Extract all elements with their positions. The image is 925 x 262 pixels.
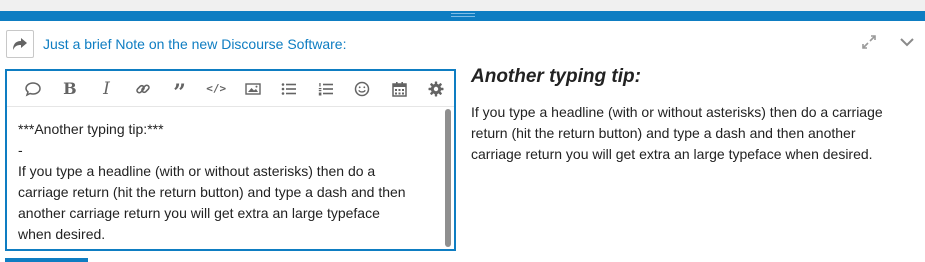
- expand-diagonal-icon: [862, 35, 876, 49]
- editor-line: If you type a headline (with or without …: [18, 163, 376, 179]
- chevron-down-icon: [900, 38, 914, 47]
- image-icon: [245, 82, 261, 95]
- editor-scrollbar[interactable]: [445, 109, 451, 247]
- link-icon: [136, 83, 150, 94]
- numbered-list-icon: [318, 82, 333, 95]
- editor-line: when desired.: [18, 226, 106, 242]
- bulleted-list-button[interactable]: [271, 75, 308, 103]
- markdown-editor: B I ” </> ***Another typing tip:*** - If…: [5, 69, 456, 251]
- link-button[interactable]: [125, 75, 162, 103]
- composer-resize-bar[interactable]: [0, 11, 925, 21]
- gear-icon: [428, 81, 444, 96]
- calendar-icon: [391, 81, 407, 97]
- editor-line: ***Another typing tip:***: [18, 121, 164, 137]
- preview-heading: Another typing tip:: [471, 66, 641, 87]
- editor-line: -: [18, 142, 23, 158]
- editor-textarea[interactable]: ***Another typing tip:*** - If you type …: [7, 107, 444, 249]
- blockquote-icon[interactable]: ”: [161, 75, 198, 104]
- preview-line: return (hit the return button) and type …: [471, 125, 856, 141]
- quote-post-button[interactable]: [15, 75, 52, 103]
- grip-handle-icon[interactable]: [451, 13, 475, 19]
- bulleted-list-icon: [282, 82, 297, 95]
- reply-topic-link[interactable]: Just a brief Note on the new Discourse S…: [43, 36, 346, 52]
- italic-icon[interactable]: I: [88, 75, 125, 103]
- preview-paragraph: If you type a headline (with or without …: [471, 102, 916, 165]
- emoji-button[interactable]: [344, 75, 381, 103]
- preview-line: carriage return you will get extra an la…: [471, 146, 873, 162]
- reply-arrow-icon: [13, 38, 27, 50]
- editor-toolbar: B I ” </>: [7, 71, 454, 107]
- editor-line: carriage return (hit the return button) …: [18, 184, 406, 200]
- code-icon[interactable]: </>: [198, 75, 235, 103]
- reply-action-button[interactable]: [6, 30, 34, 58]
- collapse-button[interactable]: [897, 32, 917, 52]
- reply-header: Just a brief Note on the new Discourse S…: [6, 30, 346, 58]
- composer-controls: [859, 32, 917, 52]
- bold-icon[interactable]: B: [52, 75, 89, 103]
- preview-line: If you type a headline (with or without …: [471, 104, 883, 120]
- expand-button[interactable]: [859, 32, 879, 52]
- insert-date-button[interactable]: [381, 75, 418, 103]
- image-upload-button[interactable]: [234, 75, 271, 103]
- options-button[interactable]: [417, 75, 454, 103]
- preview-pane: Another typing tip: If you type a headli…: [471, 65, 916, 165]
- save-button[interactable]: [5, 258, 88, 262]
- window-top-strip: [0, 0, 925, 11]
- emoji-icon: [355, 81, 370, 96]
- editor-line: another carriage return you will get ext…: [18, 205, 380, 221]
- numbered-list-button[interactable]: [308, 75, 345, 103]
- quote-bubble-icon: [25, 81, 42, 96]
